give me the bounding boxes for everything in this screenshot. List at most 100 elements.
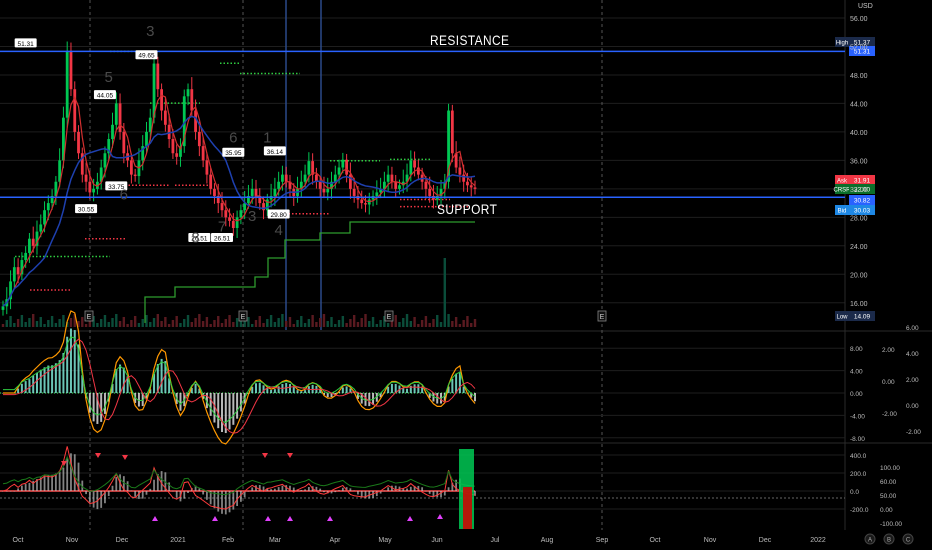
candle-body (284, 174, 288, 182)
x-tick-label: Aug (541, 537, 554, 544)
volume-bar (122, 317, 126, 327)
macd-hist-bar (266, 388, 269, 393)
volume-bar (439, 322, 443, 327)
volume-bar (164, 317, 167, 327)
candle-body (77, 131, 80, 154)
osc-tick: -200.0 (850, 507, 869, 514)
osc-bar (172, 490, 174, 492)
peak-label: 51.31 (14, 38, 37, 48)
macd-tick2: 0.00 (882, 379, 895, 386)
candle-body (175, 153, 179, 157)
buy-marker (287, 516, 293, 521)
wave-number: 3 (248, 208, 256, 225)
osc-bar (432, 491, 435, 496)
peak-label: 44.05 (93, 90, 116, 100)
macd-hist-bar (239, 393, 242, 412)
osc-bar (273, 488, 276, 491)
y-tick-label: 28.00 (850, 215, 868, 222)
ask-box-tag-text: Ask (837, 179, 848, 185)
volume-bar (152, 318, 156, 327)
volume-bar (451, 321, 454, 327)
x-tick-label: May (378, 537, 392, 544)
chart-svg: 51.3144.0549.6535.95 36.1430.5533.7526.51… (0, 0, 932, 545)
volume-bar (337, 320, 341, 327)
volume-bar (420, 320, 424, 327)
osc-bar (319, 488, 322, 491)
y-tick-label: 20.00 (850, 272, 868, 279)
volume-bar (58, 319, 61, 327)
osc-bar (251, 487, 254, 491)
volume-bar (247, 317, 250, 327)
volume-bar (428, 323, 431, 327)
volume-bar (349, 319, 352, 327)
volume-bar (205, 317, 209, 327)
volume-bar (107, 322, 110, 327)
volume-bar (149, 322, 152, 327)
volume-bar (413, 317, 416, 327)
candle-body (341, 159, 345, 168)
wave-number: 4 (274, 222, 282, 239)
volume-bar (43, 324, 46, 327)
buy-marker (265, 516, 271, 521)
osc-bar (447, 487, 450, 491)
volume-bar (292, 324, 295, 327)
osc-bar (262, 486, 265, 491)
x-tick-label: Oct (650, 537, 661, 544)
osc-bar (338, 490, 340, 491)
candle-body (39, 224, 43, 232)
volume-bar (379, 320, 382, 327)
candle-body (186, 89, 190, 97)
volume-bar (281, 314, 284, 327)
candle-body (129, 160, 133, 175)
scale-button[interactable]: C (902, 533, 914, 545)
volume-bar (5, 320, 8, 327)
volume-bar (175, 316, 178, 327)
osc-bar (92, 491, 95, 508)
macd-hist-bar (194, 383, 197, 393)
volume-bar (266, 319, 269, 327)
candle-body (239, 210, 243, 218)
peak-label: 36.14 (263, 146, 286, 156)
support-annotation: SUPPORT (437, 201, 498, 217)
volume-bar (167, 324, 171, 327)
osc-bar (349, 488, 352, 491)
symbol-box-tag-text: CRSR (833, 188, 851, 194)
buy-marker (407, 516, 413, 521)
osc-bar (341, 487, 344, 491)
scale-button[interactable]: B (883, 533, 895, 545)
volume-bar (186, 315, 190, 327)
label-text: 29.80 (271, 212, 288, 219)
volume-bar (432, 319, 435, 327)
macd-hist-bar (236, 393, 239, 419)
label-text: 44.05 (97, 93, 114, 100)
x-tick-label: Jun (431, 537, 442, 544)
candle-body (197, 131, 201, 147)
label-text: 26.51 (214, 235, 231, 242)
candle-body (273, 188, 277, 196)
candle-body (281, 174, 284, 182)
candle-body (409, 160, 413, 175)
macd-tick: 0.00 (850, 391, 863, 398)
candle-body (277, 181, 281, 189)
macd-hist-bar (402, 388, 405, 393)
macd-hist-bar (221, 393, 224, 433)
macd-hist-bar (258, 382, 261, 393)
candle-body (469, 185, 473, 188)
volume-bar (251, 324, 254, 327)
candle-body (1, 306, 5, 310)
macd-hist-bar (345, 386, 348, 393)
scale-button[interactable]: A (864, 533, 876, 545)
buy-marker (327, 516, 333, 521)
candle-body (114, 103, 118, 125)
macd-hist-bar (455, 373, 458, 393)
osc-bar (100, 491, 103, 508)
volume-bar (213, 320, 216, 327)
volume-bar (54, 323, 58, 327)
earnings-text: E (600, 314, 605, 321)
osc-bar (134, 491, 137, 497)
osc-bar (440, 491, 442, 498)
volume-bar (20, 315, 24, 327)
macd-hist-bar (387, 386, 390, 393)
candle-body (250, 188, 254, 196)
volume-bar (303, 323, 307, 327)
